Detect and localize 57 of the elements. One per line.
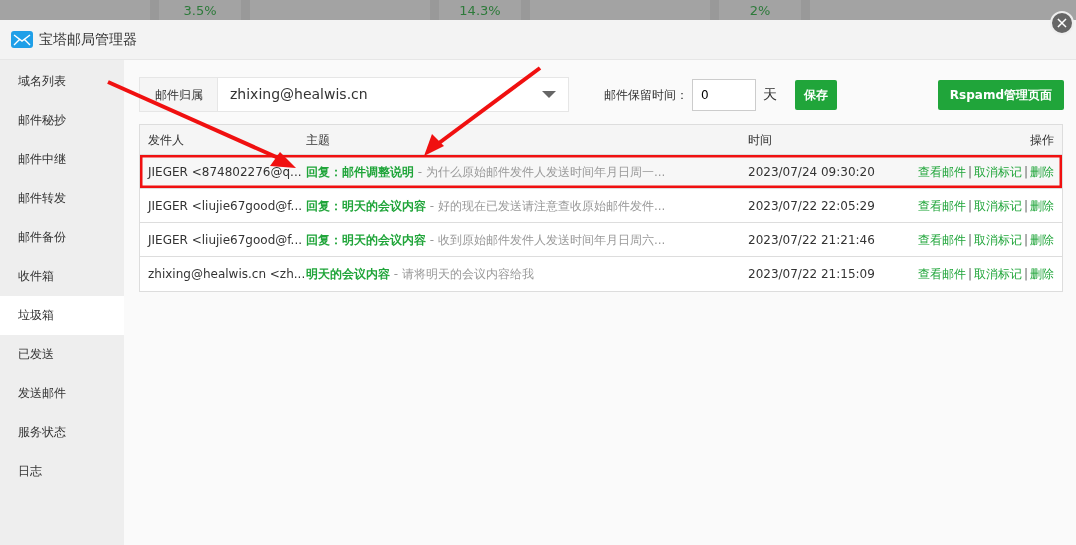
action-link[interactable]: 取消标记	[973, 164, 1022, 179]
sidebar-item[interactable]: 发送邮件	[0, 374, 124, 413]
action-link[interactable]: 查看邮件	[917, 198, 966, 213]
separator: |	[966, 198, 973, 213]
close-button[interactable]: ×	[1050, 11, 1074, 35]
action-link[interactable]: 删除	[1030, 232, 1054, 247]
subject-cell-text: 明天的会议内容 - 请将明天的会议内容给我	[306, 266, 535, 283]
time-cell-text: 2023/07/24 09:30:20	[748, 163, 876, 181]
column-header: 操作	[1029, 131, 1055, 149]
action-link[interactable]: 删除	[1030, 164, 1054, 179]
save-button[interactable]: 保存	[795, 79, 837, 110]
action-link[interactable]: 取消标记	[973, 232, 1022, 247]
sender-cell-text: zhixing@healwis.cn <zh...	[147, 266, 306, 283]
action-link[interactable]: 取消标记	[973, 267, 1022, 281]
time-cell-text: 2023/07/22 21:15:09	[748, 266, 876, 283]
time-cell-text: 2023/07/22 22:05:29	[748, 197, 876, 215]
separator: |	[1022, 164, 1029, 179]
subject-cell-text: 回复：明天的会议内容 - 收到原始邮件发件人发送时间年月日周六...	[306, 231, 667, 249]
caret-icon	[542, 91, 556, 98]
sidebar-item[interactable]: 邮件秘抄	[0, 101, 124, 140]
sender-cell-text: JIEGER <874802276@q...	[146, 163, 303, 181]
sidebar-item[interactable]: 收件箱	[0, 257, 124, 296]
separator: |	[1022, 198, 1029, 213]
envelope-icon	[11, 31, 33, 48]
window-title: 宝塔邮局管理器	[39, 30, 137, 49]
sidebar-item[interactable]: 邮件备份	[0, 218, 124, 257]
sidebar-item[interactable]: 域名列表	[0, 62, 124, 101]
sender-cell-text: JIEGER <liujie67good@f...	[146, 197, 304, 215]
sidebar-item[interactable]: 服务状态	[0, 413, 124, 452]
separator: |	[966, 267, 973, 281]
column-header: 时间	[748, 131, 773, 149]
action-link[interactable]: 查看邮件	[917, 164, 966, 179]
rspamd-button[interactable]: Rspamd管理页面	[937, 79, 1064, 110]
action-link[interactable]: 删除	[1030, 198, 1054, 213]
unit-label: 天	[763, 85, 777, 104]
sender-cell-text: JIEGER <liujie67good@f...	[146, 231, 304, 249]
action-link[interactable]: 查看邮件	[917, 267, 966, 281]
separator: |	[1022, 232, 1029, 247]
sidebar-item[interactable]: 邮件转发	[0, 179, 124, 218]
retention-input[interactable]: 0	[692, 78, 756, 111]
owner-select[interactable]: 邮件归属 zhixing@healwis.cn	[139, 77, 569, 112]
sidebar-item[interactable]: 日志	[0, 452, 124, 491]
action-link[interactable]: 取消标记	[973, 198, 1022, 213]
sidebar-item[interactable]: 已发送	[0, 335, 124, 374]
action-link[interactable]: 删除	[1030, 267, 1054, 281]
separator: |	[966, 164, 973, 179]
retention-label: 邮件保留时间：	[604, 86, 688, 104]
separator: |	[966, 232, 973, 247]
action-link[interactable]: 查看邮件	[917, 232, 966, 247]
subject-cell-text: 回复：邮件调整说明 - 为什么原始邮件发件人发送时间年月日周一...	[306, 163, 667, 181]
sidebar-item[interactable]: 垃圾箱	[0, 296, 124, 335]
column-header: 发件人	[147, 131, 185, 149]
time-cell-text: 2023/07/22 21:21:46	[748, 231, 876, 249]
separator: |	[1022, 267, 1029, 281]
column-header: 主题	[306, 131, 331, 149]
sidebar-item[interactable]: 邮件中继	[0, 140, 124, 179]
subject-cell-text: 回复：明天的会议内容 - 好的现在已发送请注意查收原始邮件发件...	[306, 197, 667, 215]
